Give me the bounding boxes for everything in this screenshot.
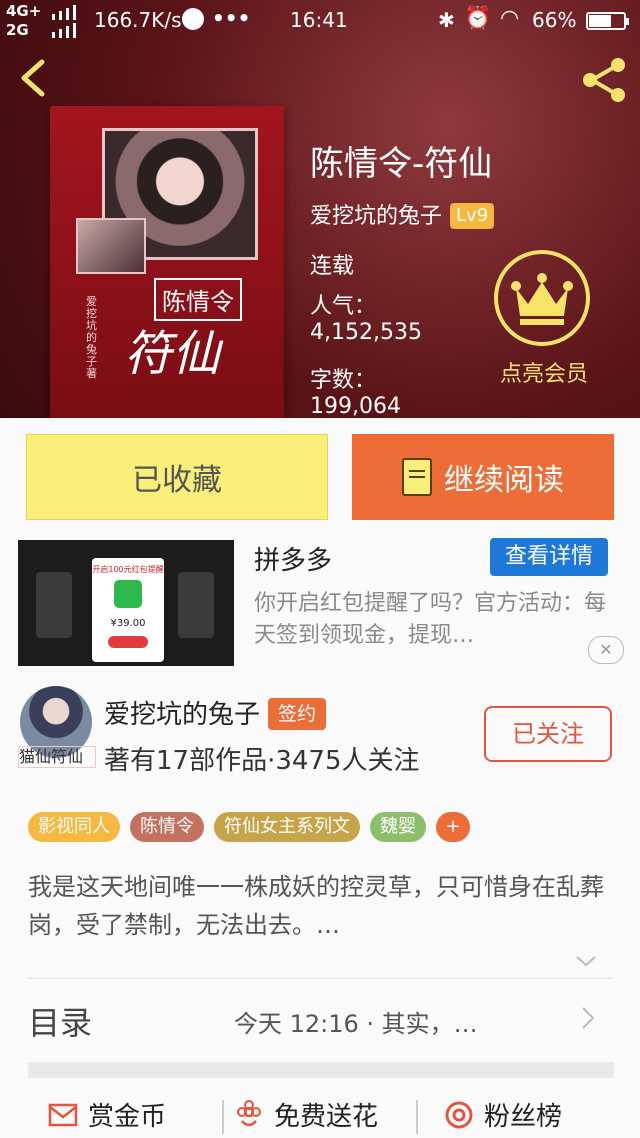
tag-item[interactable]: 影视同人	[28, 812, 120, 842]
share-button[interactable]	[578, 54, 630, 106]
wifi-icon: ◠	[500, 6, 520, 31]
book-header: 爱挖坑的兔子著 陈情令 符仙 陈情令-符仙 爱挖坑的兔子 Lv9 连载 人气： 4…	[0, 0, 640, 418]
cover-author: 爱挖坑的兔子著	[86, 295, 97, 380]
ad-detail-button[interactable]: 查看详情	[490, 538, 608, 576]
book-intro[interactable]: 我是这天地间唯一一株成妖的控灵草，只可惜身在乱葬岗，受了禁制，无法出去。…	[28, 868, 612, 944]
book-status: 连载	[310, 254, 355, 279]
vip-member-button[interactable]: 点亮会员	[492, 250, 596, 390]
action-bar: 赏金币 免费送花 粉丝榜	[28, 1096, 614, 1138]
network-speed: 166.7K/s	[94, 8, 182, 32]
chevron-down-icon	[576, 956, 596, 967]
envelope-icon	[48, 1103, 78, 1127]
reward-button[interactable]: 赏金币	[48, 1096, 166, 1138]
divider	[28, 978, 612, 979]
book-icon	[402, 458, 432, 496]
continue-reading-label: 继续阅读	[444, 463, 564, 498]
ad-image-phone: 开启100元红包提醒 ¥39.00	[92, 558, 164, 662]
ad-image-card-right	[178, 572, 214, 638]
author-stats: 著有17部作品·3475人关注	[104, 746, 420, 776]
reward-label: 赏金币	[88, 1102, 167, 1132]
popularity-label: 人气：	[310, 294, 377, 319]
favorited-button[interactable]: 已收藏	[26, 434, 328, 520]
ad-image-button	[108, 636, 148, 648]
tag-item[interactable]: 符仙女主系列文	[214, 812, 360, 842]
status-bar: 4G+ 2G 166.7K/s ••• 16:41 ✱ ⏰ ◠ 66%	[0, 0, 640, 42]
vip-ring	[494, 250, 590, 346]
tag-item[interactable]: 陈情令	[130, 812, 204, 842]
chevron-left-icon	[21, 59, 45, 97]
action-divider	[416, 1100, 418, 1134]
clock: 16:41	[290, 8, 348, 32]
battery-icon	[586, 12, 629, 30]
target-icon	[445, 1101, 473, 1129]
book-author[interactable]: 爱挖坑的兔子 Lv9	[310, 198, 495, 230]
ad-image-price: ¥39.00	[110, 618, 146, 629]
following-button[interactable]: 已关注	[484, 706, 612, 762]
ad-close-button[interactable]: ✕	[588, 636, 624, 664]
alarm-icon: ⏰	[464, 6, 492, 31]
share-icon	[583, 58, 625, 102]
back-button[interactable]	[14, 56, 54, 100]
tag-list: 影视同人 陈情令 符仙女主系列文 魏婴 +	[28, 812, 470, 842]
author-card-name[interactable]: 爱挖坑的兔子 签约	[104, 694, 327, 731]
section-gap	[28, 1062, 614, 1078]
toc-label[interactable]: 目录	[28, 998, 92, 1044]
ad-image-card-left	[36, 572, 72, 638]
flower-icon	[237, 1100, 261, 1127]
chevron-right-icon	[582, 1007, 595, 1029]
ad-image-wallet-icon	[114, 580, 142, 608]
toc-latest-chapter[interactable]: 今天 12:16 · 其实，…	[234, 1004, 478, 1039]
ad-title[interactable]: 拼多多	[254, 540, 332, 577]
network-top: 4G+	[6, 2, 42, 20]
send-flowers-button[interactable]: 免费送花	[234, 1096, 378, 1138]
toc-open-button[interactable]	[580, 1004, 596, 1039]
avatar-label: 猫仙符仙	[18, 746, 96, 768]
continue-reading-button[interactable]: 继续阅读	[352, 434, 614, 520]
tag-item[interactable]: 魏婴	[370, 812, 426, 842]
action-divider	[222, 1100, 224, 1134]
word-count-label: 字数：	[310, 368, 377, 393]
expand-intro-button[interactable]	[574, 952, 598, 973]
crown-icon	[511, 273, 573, 325]
author-level-badge: Lv9	[450, 203, 495, 229]
book-author-name[interactable]: 爱挖坑的兔子	[310, 204, 442, 229]
ad-image-heading: 开启100元红包提醒	[92, 565, 164, 574]
bluetooth-icon: ✱	[438, 8, 455, 32]
book-title: 陈情令-符仙	[310, 144, 493, 184]
ad-description[interactable]: 你开启红包提醒了吗？官方活动：每天签到领现金，提现…	[254, 588, 614, 652]
book-cover[interactable]: 爱挖坑的兔子著 陈情令 符仙	[50, 106, 284, 418]
app-indicator-icon	[182, 8, 204, 30]
author-name-text[interactable]: 爱挖坑的兔子	[104, 700, 260, 730]
network-bottom: 2G	[6, 21, 29, 39]
vip-label: 点亮会员	[499, 362, 588, 387]
cover-title-large: 符仙	[124, 326, 221, 382]
fan-ranking-button[interactable]: 粉丝榜	[444, 1096, 562, 1138]
more-notifications: •••	[212, 6, 251, 30]
word-count-value: 199,064	[310, 394, 401, 418]
signal-icon	[52, 5, 76, 38]
ad-image[interactable]: 开启100元红包提醒 ¥39.00	[18, 540, 234, 666]
network-indicator: 4G+ 2G	[6, 2, 41, 40]
send-flowers-label: 免费送花	[274, 1102, 379, 1132]
cover-inset	[76, 218, 146, 274]
add-tag-button[interactable]: +	[436, 812, 470, 842]
signed-badge: 签约	[268, 698, 327, 730]
battery-percent: 66%	[532, 8, 577, 32]
popularity-value: 4,152,535	[310, 320, 422, 345]
fan-ranking-label: 粉丝榜	[484, 1102, 563, 1132]
